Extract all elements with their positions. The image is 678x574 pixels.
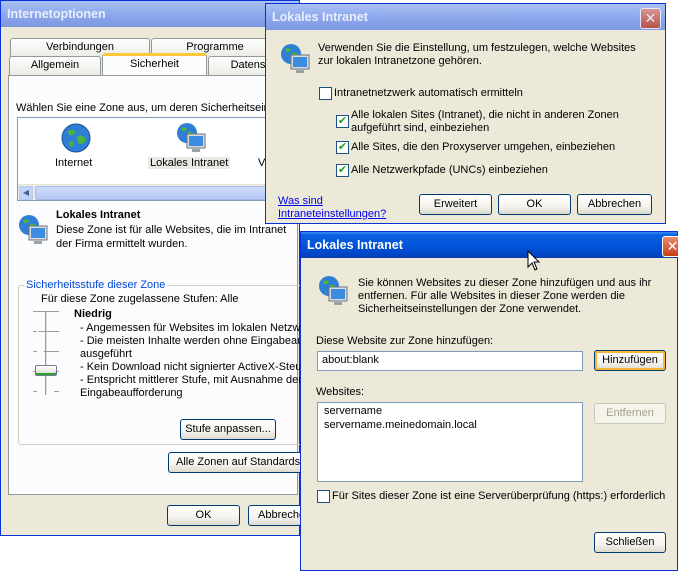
level-line: Eingabeaufforderung — [80, 387, 183, 399]
local-sites-label-2[interactable]: aufgeführt sind, einbeziehen — [351, 122, 489, 134]
customize-level-button[interactable]: Stufe anpassen... — [180, 419, 276, 440]
intranet-computer-icon — [281, 44, 310, 73]
reset-all-zones-button[interactable]: Alle Zonen auf Standardst — [168, 452, 308, 473]
add-site-input-value: about:blank — [322, 354, 379, 366]
tab-sicherheit[interactable]: Sicherheit — [102, 53, 207, 75]
ok-button[interactable]: OK — [167, 505, 240, 526]
intranet-dialog-titlebar[interactable]: Lokales Intranet — [266, 4, 665, 30]
proxy-bypass-label[interactable]: Alle Sites, die den Proxyserver umgehen,… — [351, 141, 615, 153]
tab-allgemein[interactable]: Allgemein — [9, 56, 101, 75]
level-line: - Entspricht mittlerer Stufe, mit Ausnah… — [80, 374, 302, 386]
sites-intro-2: entfernen. Für alle Websites in dieser Z… — [358, 290, 625, 302]
list-item[interactable]: servername — [324, 405, 576, 419]
zone-list[interactable]: Internet Lokales Intranet V ◀ — [17, 117, 301, 201]
intranet-dialog-title: Lokales Intranet — [272, 10, 368, 24]
security-level-group-title: Sicherheitsstufe dieser Zone — [24, 279, 168, 291]
help-link-1[interactable]: Was sind — [278, 195, 323, 207]
intro-text-2: zur lokalen Intranetzone gehören. — [318, 55, 482, 67]
sites-dialog-title: Lokales Intranet — [307, 238, 403, 252]
slider-thumb[interactable] — [35, 365, 57, 376]
help-link-2[interactable]: Intraneteinstellungen? — [278, 208, 386, 220]
cancel-button[interactable]: Abbreche — [248, 505, 308, 526]
add-site-input[interactable]: about:blank — [317, 351, 583, 371]
intranet-ok-button[interactable]: OK — [498, 194, 571, 215]
zone-intranet-label[interactable]: Lokales Intranet — [148, 157, 231, 169]
unc-paths-label[interactable]: Alle Netzwerkpfade (UNCs) einbeziehen — [351, 164, 548, 176]
scroll-thumb[interactable] — [35, 186, 297, 200]
local-sites-checkbox[interactable]: ✔ — [336, 115, 349, 128]
sites-dialog-titlebar[interactable]: Lokales Intranet — [301, 232, 677, 258]
add-site-label: Diese Website zur Zone hinzufügen: — [316, 335, 494, 347]
remove-button[interactable]: Entfernen — [594, 403, 666, 424]
zone-title: Lokales Intranet — [56, 209, 141, 221]
scroll-left-button[interactable]: ◀ — [19, 186, 33, 200]
intranet-settings-dialog: Lokales Intranet ✕ Verwenden Sie die Ein… — [265, 3, 666, 224]
proxy-bypass-checkbox[interactable]: ✔ — [336, 141, 349, 154]
websites-list[interactable]: servername servername.meinedomain.local — [317, 402, 583, 482]
local-sites-label-1[interactable]: Alle lokalen Sites (Intranet), die nicht… — [351, 109, 619, 121]
https-required-label[interactable]: Für Sites dieser Zone ist eine Serverübe… — [332, 490, 665, 502]
auto-detect-checkbox[interactable] — [319, 87, 332, 100]
close-button[interactable]: Schließen — [594, 532, 666, 553]
level-line: - Kein Download nicht signierter ActiveX… — [80, 361, 308, 373]
close-icon[interactable]: ✕ — [662, 236, 678, 257]
zone-description-1: Diese Zone ist für alle Websites, die im… — [56, 224, 287, 236]
globe-icon — [61, 123, 91, 153]
internet-options-titlebar[interactable]: Internetoptionen — [1, 1, 299, 27]
https-required-checkbox[interactable] — [317, 490, 330, 503]
intranet-cancel-button[interactable]: Abbrechen — [577, 194, 652, 215]
websites-label: Websites: — [316, 386, 365, 398]
close-icon[interactable]: ✕ — [640, 8, 661, 29]
allowed-levels: Für diese Zone zugelassene Stufen: Alle — [41, 293, 239, 305]
zone-internet-label[interactable]: Internet — [55, 157, 92, 169]
sites-intro-3: Sicherheitseinstellungen der Zone verwen… — [358, 303, 582, 315]
level-line: ausgeführt — [80, 348, 132, 360]
level-line: - Angemessen für Websites im lokalen Net… — [80, 322, 307, 334]
security-level-slider[interactable] — [31, 311, 61, 397]
intranet-sites-dialog: Lokales Intranet ✕ Sie können Websites z… — [300, 231, 678, 571]
intranet-computer-icon — [319, 276, 348, 305]
advanced-button[interactable]: Erweitert — [419, 194, 492, 215]
zone-prompt: Wählen Sie eine Zone aus, um deren Siche… — [16, 102, 276, 114]
intranet-computer-icon — [177, 123, 206, 152]
level-name: Niedrig — [74, 308, 112, 320]
zone-description-2: der Firma ermittelt wurden. — [56, 238, 188, 250]
internet-options-window: Internetoptionen Verbindungen Programme … — [0, 0, 308, 536]
level-line: - Die meisten Inhalte werden ohne Eingab… — [80, 335, 304, 347]
window-title: Internetoptionen — [7, 7, 106, 21]
sites-intro-1: Sie können Websites zu dieser Zone hinzu… — [358, 277, 652, 289]
add-button[interactable]: Hinzufügen — [594, 350, 666, 371]
zone-list-scrollbar[interactable]: ◀ — [18, 184, 300, 200]
auto-detect-label[interactable]: Intranetnetzwerk automatisch ermitteln — [334, 87, 523, 99]
list-item[interactable]: servername.meinedomain.local — [324, 419, 576, 433]
intro-text-1: Verwenden Sie die Einstellung, um festzu… — [318, 42, 636, 54]
unc-paths-checkbox[interactable]: ✔ — [336, 164, 349, 177]
mouse-cursor-icon — [527, 250, 541, 271]
intranet-zone-icon — [19, 215, 48, 244]
